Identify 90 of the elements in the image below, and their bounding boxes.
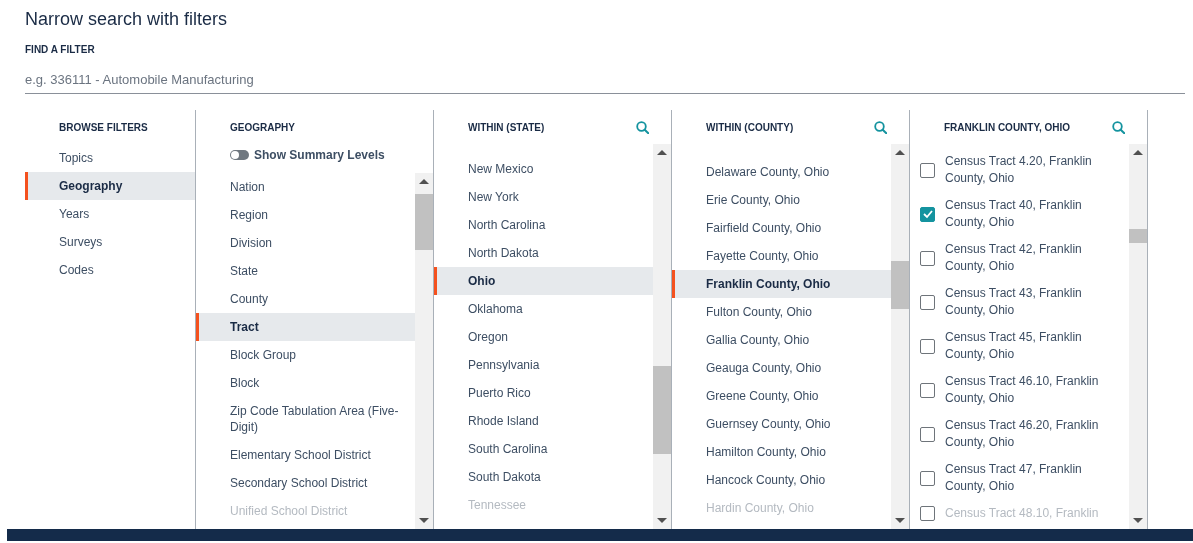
scroll-down-icon	[1133, 518, 1143, 523]
list-item[interactable]: Years	[25, 200, 195, 228]
list-item[interactable]: Geauga County, Ohio	[672, 354, 891, 382]
list-item[interactable]: Guernsey County, Ohio	[672, 410, 891, 438]
list-item[interactable]: South Carolina	[434, 435, 653, 463]
list-item[interactable]: Surveys	[25, 228, 195, 256]
search-icon	[874, 120, 887, 134]
checkbox[interactable]	[920, 250, 935, 266]
list-item[interactable]: Hamilton County, Ohio	[672, 438, 891, 466]
list-item[interactable]: Pennsylvania	[434, 351, 653, 379]
search-label: FIND A FILTER	[25, 44, 96, 56]
checkbox-label: Census Tract 45, Franklin County, Ohio	[945, 329, 1083, 363]
scroll-down-icon	[419, 518, 429, 523]
column-heading: GEOGRAPHY	[230, 121, 295, 133]
list-item[interactable]: Nation	[196, 173, 415, 201]
list-item[interactable]: Oregon	[434, 323, 653, 351]
list-item[interactable]: North Carolina	[434, 211, 653, 239]
checkbox[interactable]	[920, 426, 935, 442]
checkbox-label: Census Tract 48.10, Franklin	[945, 505, 1099, 522]
scroll-down-icon	[895, 518, 905, 523]
search-button[interactable]	[636, 120, 649, 134]
list-item[interactable]: Oklahoma	[434, 295, 653, 323]
checkbox[interactable]	[920, 470, 935, 486]
toggle-switch[interactable]	[230, 150, 249, 160]
toggle-label: Show Summary Levels	[254, 148, 385, 162]
list-item[interactable]: Hancock County, Ohio	[672, 466, 891, 494]
list-item[interactable]: Rhode Island	[434, 407, 653, 435]
list-item[interactable]: Block Group	[196, 341, 415, 369]
list-item[interactable]: New York	[434, 183, 653, 211]
checkbox[interactable]	[920, 382, 935, 398]
page-title: Narrow search with filters	[25, 8, 229, 30]
list-item[interactable]: Fayette County, Ohio	[672, 242, 891, 270]
scrollbar-thumb[interactable]	[653, 366, 671, 454]
list-item[interactable]: Geography	[25, 172, 195, 200]
list-item[interactable]: Puerto Rico	[434, 379, 653, 407]
list-item[interactable]: Topics	[25, 144, 195, 172]
column-heading: WITHIN (COUNTY)	[706, 121, 794, 133]
column-heading: WITHIN (STATE)	[468, 121, 545, 133]
checkbox-label: Census Tract 43, Franklin County, Ohio	[945, 285, 1083, 319]
list-item[interactable]: Block	[196, 369, 415, 397]
checkbox-label: Census Tract 47, Franklin County, Ohio	[945, 461, 1083, 495]
list-item[interactable]: Franklin County, Ohio	[672, 270, 891, 298]
list-item[interactable]: Fairfield County, Ohio	[672, 214, 891, 242]
list-item[interactable]: Tract	[196, 313, 415, 341]
list-item[interactable]: State	[196, 257, 415, 285]
checkmark-icon	[921, 208, 934, 220]
scrollbar[interactable]	[415, 173, 433, 529]
list-item[interactable]: Elementary School District	[196, 441, 415, 469]
checkbox-label: Census Tract 40, Franklin County, Ohio	[945, 197, 1083, 231]
checkbox-label: Census Tract 4.20, Franklin County, Ohio	[945, 153, 1093, 187]
scroll-up-icon	[657, 150, 667, 155]
list-item[interactable]: Ohio	[434, 267, 653, 295]
column-heading: FRANKLIN COUNTY, OHIO	[944, 121, 1071, 133]
scrollbar-thumb[interactable]	[415, 194, 433, 250]
checkbox[interactable]	[920, 506, 935, 521]
checkbox[interactable]	[920, 162, 935, 178]
list-item[interactable]: Delaware County, Ohio	[672, 158, 891, 186]
scroll-up-icon	[895, 150, 905, 155]
checkbox-label: Census Tract 42, Franklin County, Ohio	[945, 241, 1083, 275]
list-item[interactable]: Region	[196, 201, 415, 229]
column-heading: BROWSE FILTERS	[59, 121, 148, 133]
scroll-up-icon	[419, 179, 429, 184]
checkbox-label: Census Tract 46.10, Franklin County, Ohio	[945, 373, 1100, 407]
list-item[interactable]: County	[196, 285, 415, 313]
scrollbar-thumb[interactable]	[891, 261, 909, 309]
list-item[interactable]: Zip Code Tabulation Area (Five-Digit)	[196, 397, 415, 441]
scrollbar-thumb[interactable]	[1129, 229, 1147, 243]
list-item[interactable]: New Mexico	[434, 155, 653, 183]
scrollbar[interactable]	[653, 144, 671, 529]
checkbox[interactable]	[920, 294, 935, 310]
list-item[interactable]: Greene County, Ohio	[672, 382, 891, 410]
list-item[interactable]: Erie County, Ohio	[672, 186, 891, 214]
search-icon	[636, 120, 649, 134]
list-item[interactable]: Gallia County, Ohio	[672, 326, 891, 354]
scrollbar[interactable]	[891, 144, 909, 529]
list-item[interactable]: South Dakota	[434, 463, 653, 491]
scrollbar[interactable]	[1129, 144, 1147, 529]
list-item[interactable]: North Dakota	[434, 239, 653, 267]
checkbox-label: Census Tract 46.20, Franklin County, Ohio	[945, 417, 1100, 451]
search-button[interactable]	[1112, 120, 1125, 134]
scroll-up-icon	[1133, 150, 1143, 155]
list-item[interactable]: Division	[196, 229, 415, 257]
search-icon	[1112, 120, 1125, 134]
list-item[interactable]: Codes	[25, 256, 195, 284]
search-button[interactable]	[874, 120, 887, 134]
list-item[interactable]: Fulton County, Ohio	[672, 298, 891, 326]
checkbox[interactable]	[920, 338, 935, 354]
list-item[interactable]: Secondary School District	[196, 469, 415, 497]
scroll-down-icon	[657, 518, 667, 523]
checkbox[interactable]	[920, 206, 935, 222]
